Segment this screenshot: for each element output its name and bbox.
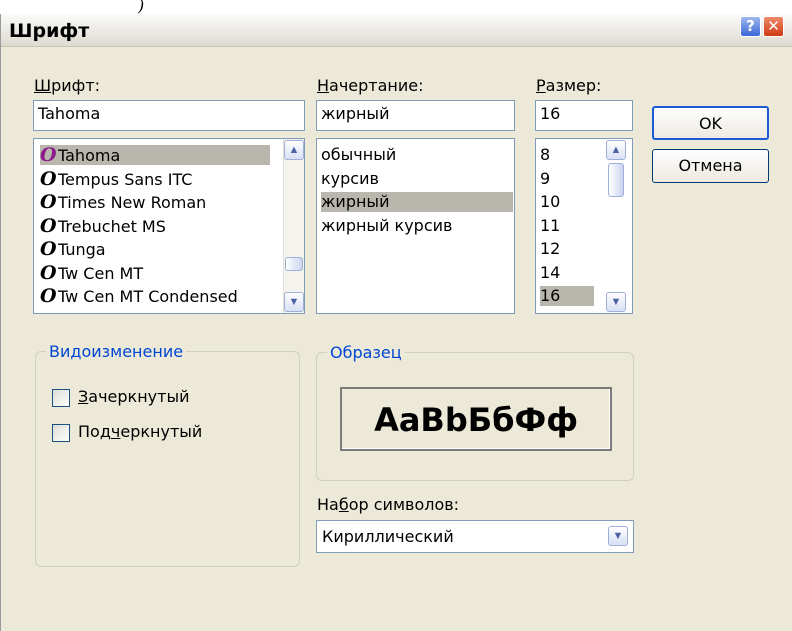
strikeout-checkbox[interactable] — [52, 389, 70, 407]
font-style-item-label: жирный курсив — [321, 215, 453, 235]
strikeout-label[interactable]: Зачеркнутый — [78, 387, 189, 406]
chevron-down-icon: ▼ — [610, 296, 622, 308]
chevron-up-icon: ▲ — [288, 144, 300, 156]
opentype-font-icon: O — [40, 261, 57, 284]
ok-button[interactable]: OK — [652, 106, 769, 140]
scroll-up-button[interactable]: ▲ — [606, 140, 626, 160]
opentype-font-icon: O — [40, 144, 57, 166]
font-name-item-label: Tunga — [58, 240, 106, 259]
font-list-scrollbar[interactable]: ▲ ▼ — [283, 139, 304, 313]
underline-label[interactable]: Подчеркнутый — [78, 422, 202, 441]
opentype-font-icon: O — [40, 214, 57, 237]
background-text-fragment: ) — [138, 0, 145, 15]
font-name-item[interactable]: OTw Cen MT Condensed — [40, 286, 270, 306]
close-icon: ✕ — [767, 17, 780, 35]
font-style-item[interactable]: курсив — [321, 169, 513, 189]
sample-preview: AaBbБбФф — [340, 387, 612, 451]
font-style-input[interactable]: жирный — [316, 100, 515, 131]
font-style-item[interactable]: жирный — [321, 192, 513, 212]
scroll-up-button[interactable]: ▲ — [284, 140, 304, 160]
underline-checkbox[interactable] — [52, 424, 70, 442]
scroll-down-button[interactable]: ▼ — [606, 292, 626, 312]
help-icon: ? — [746, 17, 755, 35]
scroll-down-button[interactable]: ▼ — [284, 292, 304, 312]
help-button[interactable]: ? — [740, 16, 761, 37]
scroll-thumb[interactable] — [285, 257, 303, 271]
charset-dropdown-button[interactable]: ▼ — [608, 526, 628, 546]
font-size-item[interactable]: 8 — [540, 145, 594, 165]
font-size-item-label: 9 — [540, 168, 551, 188]
font-size-label: Размер: — [536, 76, 602, 95]
font-size-item[interactable]: 12 — [540, 239, 594, 259]
size-list-scrollbar[interactable]: ▲ ▼ — [601, 139, 632, 313]
font-size-item-label: 14 — [540, 262, 561, 282]
chevron-down-icon: ▼ — [288, 296, 300, 308]
font-name-item[interactable]: OTunga — [40, 239, 270, 259]
font-size-item[interactable]: 14 — [540, 263, 594, 283]
font-style-item-label: обычный — [321, 145, 397, 164]
font-name-item-label: Tw Cen MT — [58, 263, 144, 283]
font-size-input[interactable]: 16 — [535, 100, 633, 131]
font-size-list[interactable]: 8 9 10 11 12 14 16 ▲ ▼ — [535, 138, 633, 314]
font-style-item[interactable]: обычный — [321, 145, 513, 165]
font-size-item-label: 8 — [540, 145, 551, 164]
font-style-list[interactable]: обычный курсив жирный жирный курсив — [316, 138, 515, 314]
font-name-item-label: Times New Roman — [58, 193, 207, 212]
font-style-item[interactable]: жирный курсив — [321, 216, 513, 236]
opentype-font-icon: O — [40, 167, 57, 190]
font-size-item[interactable]: 9 — [540, 169, 594, 189]
title-bar[interactable]: Шрифт ? ✕ — [1, 14, 792, 47]
scroll-thumb[interactable] — [608, 163, 624, 197]
chevron-up-icon: ▲ — [610, 144, 622, 156]
font-name-item-label: Tw Cen MT Condensed — [58, 287, 238, 306]
font-name-item-label: Tahoma — [58, 146, 121, 165]
cancel-button[interactable]: Отмена — [652, 149, 769, 183]
font-size-item-label: 10 — [540, 192, 561, 211]
font-size-item[interactable]: 16 — [540, 286, 594, 306]
font-size-item-label: 12 — [540, 239, 561, 258]
font-name-input[interactable]: Tahoma — [33, 100, 305, 131]
font-name-item-label: Tempus Sans ITC — [58, 169, 193, 189]
effects-group-title: Видоизменение — [46, 342, 187, 361]
font-style-item-label: курсив — [321, 168, 379, 188]
font-name-item[interactable]: OTw Cen MT — [40, 263, 270, 283]
font-name-item[interactable]: OTrebuchet MS — [40, 216, 270, 236]
font-name-list[interactable]: OTahoma OTempus Sans ITC OTimes New Roman O… — [33, 138, 305, 314]
chevron-down-icon: ▼ — [612, 530, 624, 542]
font-name-item[interactable]: OTahoma — [40, 145, 270, 165]
font-name-label: Шрифт: — [34, 76, 101, 95]
font-name-item-label: Trebuchet MS — [58, 216, 166, 236]
window-title: Шрифт — [9, 20, 90, 42]
font-name-item[interactable]: OTimes New Roman — [40, 192, 270, 212]
font-size-item-label: 16 — [540, 286, 561, 305]
charset-label: Набор символов: — [317, 495, 460, 514]
opentype-font-icon: O — [40, 238, 57, 260]
opentype-font-icon: O — [40, 191, 57, 213]
font-size-item-label: 11 — [540, 215, 561, 235]
sample-group-title: Образец — [327, 343, 405, 362]
font-size-item[interactable]: 10 — [540, 192, 594, 212]
font-size-item[interactable]: 11 — [540, 216, 594, 236]
opentype-font-icon: O — [40, 285, 57, 307]
font-dialog: Шрифт ? ✕ Шрифт: Tahoma OTahoma OTempus S… — [0, 14, 792, 631]
font-style-item-label: жирный — [321, 192, 390, 211]
charset-select[interactable]: Кириллический ▼ — [316, 520, 634, 553]
font-style-label: Начертание: — [317, 76, 424, 95]
font-name-item[interactable]: OTempus Sans ITC — [40, 169, 270, 189]
charset-value: Кириллический — [322, 527, 454, 546]
effects-group — [35, 351, 300, 567]
close-button[interactable]: ✕ — [763, 16, 784, 37]
